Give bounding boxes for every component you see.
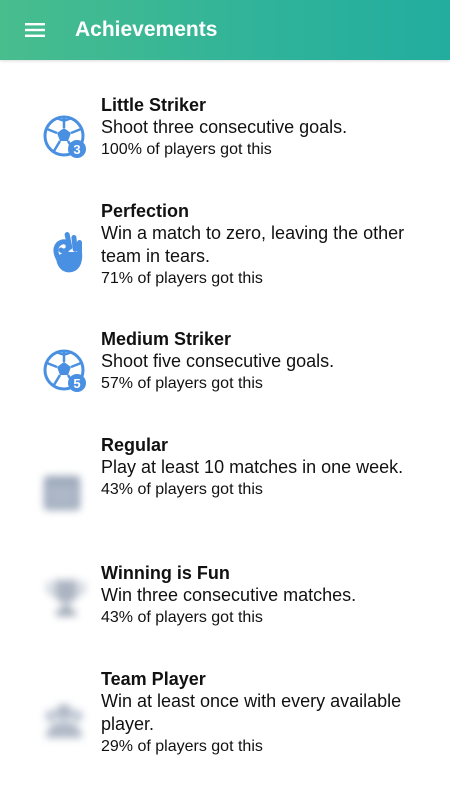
achievement-stat: 100% of players got this — [101, 141, 272, 158]
menu-button[interactable] — [0, 0, 70, 60]
achievement-stat: 29% of players got this — [101, 738, 263, 755]
achievement-name: Winning is Fun — [101, 563, 230, 583]
menu-icon — [25, 23, 45, 37]
trophy-icon — [44, 574, 94, 624]
achievement-description: Win at least once with every available p… — [101, 691, 402, 734]
achievement-stat: 43% of players got this — [101, 609, 263, 626]
list-item[interactable]: Perfection Win a match to zero, leaving … — [0, 200, 450, 320]
list-item[interactable]: Regular Play at least 10 matches in one … — [0, 434, 450, 554]
list-item[interactable]: 5 Medium Striker Shoot five consecutive … — [0, 328, 450, 448]
achievement-name: Regular — [101, 435, 169, 455]
list-item[interactable]: Team Player Win at least once with every… — [0, 668, 450, 788]
achievements-list[interactable]: 3 Little Striker Shoot three consecutive… — [0, 60, 450, 800]
app-bar: Achievements — [0, 0, 450, 60]
achievement-stat: 43% of players got this — [101, 481, 263, 498]
achievement-stat: 57% of players got this — [101, 375, 263, 392]
soccer-ball-5-icon: 5 — [42, 348, 92, 398]
achievement-name: Perfection — [101, 201, 190, 221]
achievement-name: Medium Striker — [101, 329, 232, 349]
calendar-icon — [40, 470, 90, 520]
achievement-stat: 71% of players got this — [101, 270, 263, 287]
team-icon — [40, 698, 90, 748]
achievement-description: Shoot five consecutive goals. — [101, 351, 335, 371]
page-title: Achievements — [75, 18, 218, 41]
achievement-description: Win a match to zero, leaving the other t… — [101, 223, 405, 266]
ok-hand-icon — [42, 228, 92, 278]
achievement-name: Little Striker — [101, 95, 207, 115]
list-item[interactable]: Winning is Fun Win three consecutive mat… — [0, 562, 450, 682]
achievement-description: Win three consecutive matches. — [101, 585, 357, 605]
badge-label: 5 — [73, 376, 80, 391]
badge-label: 3 — [73, 142, 80, 157]
soccer-ball-3-icon: 3 — [42, 114, 92, 164]
achievement-description: Shoot three consecutive goals. — [101, 117, 348, 137]
achievement-name: Team Player — [101, 669, 206, 689]
achievement-description: Play at least 10 matches in one week. — [101, 457, 404, 477]
list-item[interactable]: 3 Little Striker Shoot three consecutive… — [0, 94, 450, 214]
